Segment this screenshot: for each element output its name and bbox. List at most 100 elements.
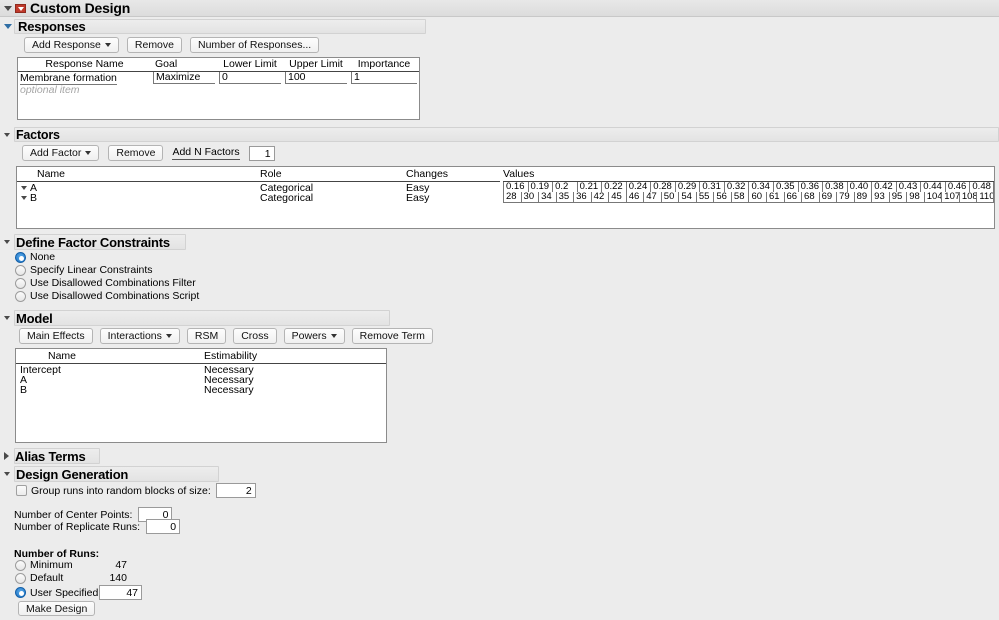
outline-disclosure-triangle-icon[interactable] bbox=[4, 5, 12, 11]
response-importance-cell[interactable]: 1 bbox=[351, 71, 417, 84]
factor-b-value-cell[interactable]: 69 bbox=[818, 192, 837, 203]
constraints-disclosure-triangle-icon[interactable] bbox=[4, 240, 10, 244]
factor-b-value-cell[interactable]: 110 bbox=[976, 192, 994, 203]
factor-b-changes[interactable]: Easy bbox=[406, 192, 429, 204]
factor-b-value-cell[interactable]: 66 bbox=[783, 192, 802, 203]
radio-disallowed-filter[interactable] bbox=[15, 277, 26, 289]
model-toolbar: Main Effects Interactions RSM Cross Powe… bbox=[19, 328, 433, 344]
group-runs-block-size-input[interactable]: 2 bbox=[215, 483, 256, 498]
chevron-down-icon bbox=[330, 334, 337, 338]
factor-b-value-cell[interactable]: 45 bbox=[608, 192, 626, 203]
main-effects-button[interactable]: Main Effects bbox=[19, 328, 93, 344]
factor-b-value-cell[interactable]: 79 bbox=[836, 192, 854, 203]
run-option-user-specified[interactable]: User Specified 47 bbox=[15, 585, 142, 600]
factor-b-value-cell[interactable]: 56 bbox=[713, 192, 731, 203]
col-goal: Goal bbox=[151, 58, 217, 72]
response-upper-limit-cell[interactable]: 100 bbox=[285, 71, 347, 84]
factor-b-value-cell[interactable]: 50 bbox=[660, 192, 679, 203]
default-runs-value: 140 bbox=[109, 572, 127, 584]
factor-b-value-cell[interactable]: 98 bbox=[906, 192, 924, 203]
table-row[interactable]: Membrane formation Maximize 0 100 1 bbox=[18, 71, 419, 85]
replicate-runs-input[interactable]: 0 bbox=[146, 519, 181, 534]
response-lower-limit-cell[interactable]: 0 bbox=[219, 71, 281, 84]
radio-none[interactable] bbox=[15, 251, 26, 263]
responses-disclosure-triangle-icon[interactable] bbox=[4, 24, 12, 29]
run-option-minimum[interactable]: Minimum 47 bbox=[15, 559, 127, 571]
remove-response-button[interactable]: Remove bbox=[126, 37, 182, 53]
make-design-button[interactable]: Make Design bbox=[18, 601, 96, 616]
factor-b-value-cell[interactable]: 34 bbox=[538, 192, 556, 203]
factor-row-b[interactable]: B bbox=[21, 192, 37, 204]
factor-b-value-cell[interactable]: 47 bbox=[643, 192, 661, 203]
constraint-option-script[interactable]: Use Disallowed Combinations Script bbox=[15, 290, 199, 302]
interactions-button[interactable]: Interactions bbox=[99, 328, 180, 344]
factor-b-value-cell[interactable]: 93 bbox=[871, 192, 889, 203]
responses-heading: Responses bbox=[18, 19, 86, 34]
factor-a-disclosure-icon[interactable] bbox=[21, 186, 27, 191]
powers-button[interactable]: Powers bbox=[283, 328, 345, 344]
responses-section-header[interactable]: Responses bbox=[2, 19, 426, 34]
responses-table: Response Name Goal Lower Limit Upper Lim… bbox=[17, 57, 420, 120]
factor-b-value-cell[interactable]: 46 bbox=[625, 192, 644, 203]
group-runs-option[interactable]: Group runs into random blocks of size: 2 bbox=[16, 483, 256, 498]
factor-b-value-cell[interactable]: 60 bbox=[748, 192, 766, 203]
factor-b-value-cell[interactable]: 36 bbox=[573, 192, 591, 203]
radio-default-runs[interactable] bbox=[15, 572, 26, 584]
factor-b-value-cell[interactable]: 30 bbox=[520, 192, 539, 203]
radio-specify-linear-constraints[interactable] bbox=[15, 264, 26, 276]
radio-disallowed-script[interactable] bbox=[15, 290, 26, 302]
factor-b-value-cell[interactable]: 28 bbox=[503, 192, 521, 203]
valrow-b-row: 28 30 34 35 36 42 45 46 47 50 54 55 56 58 60 61 66 68 69 79… bbox=[503, 192, 994, 203]
optional-item-row[interactable]: optional item bbox=[18, 84, 419, 96]
design-generation-section-header[interactable]: Design Generation bbox=[2, 466, 222, 482]
add-n-factors-link[interactable]: Add N Factors bbox=[172, 146, 240, 160]
factor-b-value-cell[interactable]: 95 bbox=[888, 192, 907, 203]
factor-b-disclosure-icon[interactable] bbox=[21, 196, 27, 201]
custom-design-window: Custom Design Responses Add Response Rem… bbox=[0, 0, 999, 620]
n-factors-input[interactable]: 1 bbox=[248, 145, 275, 161]
factors-section-header[interactable]: Factors bbox=[2, 127, 999, 142]
remove-factor-button[interactable]: Remove bbox=[108, 145, 164, 161]
constraints-section-header[interactable]: Define Factor Constraints bbox=[2, 234, 192, 250]
user-specified-runs-input[interactable]: 47 bbox=[99, 585, 142, 600]
model-row-b-name[interactable]: B bbox=[20, 384, 27, 396]
remove-term-button[interactable]: Remove Term bbox=[351, 328, 433, 344]
factor-b-value-cell[interactable]: 42 bbox=[590, 192, 609, 203]
factor-b-value-cell[interactable]: 55 bbox=[695, 192, 714, 203]
factor-b-value-cell[interactable]: 89 bbox=[853, 192, 872, 203]
factor-b-value-cell[interactable]: 104 bbox=[923, 192, 942, 203]
col-factor-values: Values bbox=[503, 168, 535, 180]
factor-b-value-cell[interactable]: 35 bbox=[555, 192, 574, 203]
run-option-default[interactable]: Default 140 bbox=[15, 572, 127, 584]
group-runs-checkbox[interactable] bbox=[16, 485, 27, 496]
alias-terms-section-header[interactable]: Alias Terms bbox=[2, 448, 107, 464]
user-specified-label: User Specified bbox=[30, 586, 99, 599]
model-section-header[interactable]: Model bbox=[2, 310, 392, 326]
factor-b-role[interactable]: Categorical bbox=[260, 192, 313, 204]
radio-user-specified-runs[interactable] bbox=[15, 587, 26, 598]
cross-button[interactable]: Cross bbox=[233, 328, 277, 344]
number-of-responses-button[interactable]: Number of Responses... bbox=[190, 37, 320, 53]
factor-b-value-cell[interactable]: 61 bbox=[765, 192, 784, 203]
factor-b-value-cell[interactable]: 68 bbox=[801, 192, 819, 203]
design-generation-disclosure-triangle-icon[interactable] bbox=[4, 472, 10, 476]
factor-b-value-cell[interactable]: 58 bbox=[730, 192, 749, 203]
factors-disclosure-triangle-icon[interactable] bbox=[4, 132, 10, 137]
add-response-button[interactable]: Add Response bbox=[24, 37, 119, 53]
radio-minimum-runs[interactable] bbox=[15, 559, 26, 571]
constraint-option-linear[interactable]: Specify Linear Constraints bbox=[15, 264, 153, 276]
red-triangle-menu-icon[interactable] bbox=[15, 3, 26, 13]
alias-terms-disclosure-triangle-icon[interactable] bbox=[4, 452, 9, 460]
factor-b-value-cell[interactable]: 54 bbox=[678, 192, 696, 203]
constraint-option-filter[interactable]: Use Disallowed Combinations Filter bbox=[15, 277, 196, 289]
factor-b-value-cell[interactable]: 107 bbox=[941, 192, 959, 203]
add-factor-button[interactable]: Add Factor bbox=[22, 145, 100, 161]
make-design-button-wrap: Make Design bbox=[18, 601, 96, 616]
rsm-button[interactable]: RSM bbox=[186, 328, 227, 344]
factor-b-value-cell[interactable]: 108 bbox=[958, 192, 977, 203]
model-disclosure-triangle-icon[interactable] bbox=[4, 316, 10, 320]
factor-b-name: B bbox=[30, 192, 38, 204]
constraint-option-none[interactable]: None bbox=[15, 251, 55, 263]
model-row-b-estimability[interactable]: Necessary bbox=[204, 384, 254, 396]
response-goal-cell[interactable]: Maximize bbox=[153, 71, 215, 84]
